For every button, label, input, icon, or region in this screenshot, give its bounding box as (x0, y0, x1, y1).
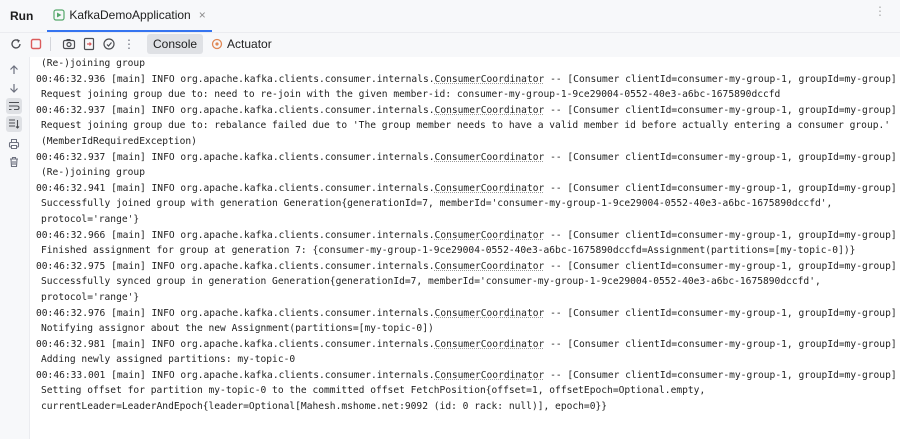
log-message: -- [Consumer clientId=consumer-my-group-… (544, 260, 897, 272)
log-continuation-line: (Re-)joining group (41, 167, 145, 179)
arrow-down-icon[interactable] (6, 80, 22, 96)
log-line: 00:46:32.937 [main] INFO org.apache.kafk… (36, 150, 897, 166)
print-icon[interactable] (6, 136, 22, 152)
logger-class-link[interactable]: ConsumerCoordinator (435, 183, 545, 194)
actuator-icon (211, 38, 223, 50)
tab-console[interactable]: Console (147, 34, 204, 54)
log-continuation-line: Successfully synced group in generation … (41, 276, 821, 288)
log-continuation-line: Adding newly assigned partitions: my-top… (41, 354, 296, 366)
logger-class-link[interactable]: ConsumerCoordinator (435, 230, 545, 241)
log-prefix: 00:46:32.936 [main] INFO org.apache.kafk… (36, 73, 435, 85)
log-continuation-line: currentLeader=LeaderAndEpoch{leader=Opti… (41, 401, 608, 413)
logger-class-link[interactable]: ConsumerCoordinator (435, 74, 545, 85)
stop-icon[interactable] (28, 36, 44, 52)
attach-debugger-icon[interactable] (101, 36, 117, 52)
console-gutter (0, 58, 28, 439)
more-options-icon[interactable]: ⋮ (874, 5, 886, 17)
logger-class-link[interactable]: ConsumerCoordinator (435, 370, 545, 381)
log-prefix: 00:46:32.966 [main] INFO org.apache.kafk… (36, 229, 435, 241)
log-continuation-line: Successfully joined group with generatio… (41, 198, 833, 210)
screenshot-icon[interactable] (61, 36, 77, 52)
log-message: -- [Consumer clientId=consumer-my-group-… (544, 338, 897, 350)
log-prefix: 00:46:32.941 [main] INFO org.apache.kafk… (36, 182, 435, 194)
log-continuation-line: Request joining group due to: rebalance … (41, 120, 891, 132)
run-tool-window: Run KafkaDemoApplication × ⋮ ⋮ Console A… (0, 0, 900, 439)
log-continuation-line: protocol='range'} (41, 291, 140, 303)
log-line: 00:46:32.966 [main] INFO org.apache.kafk… (36, 228, 897, 244)
log-prefix: 00:46:32.975 [main] INFO org.apache.kafk… (36, 260, 435, 272)
logger-class-link[interactable]: ConsumerCoordinator (435, 339, 545, 350)
log-line: 00:46:32.976 [main] INFO org.apache.kafk… (36, 306, 897, 322)
rerun-icon[interactable] (8, 36, 24, 52)
close-icon[interactable]: × (199, 8, 206, 22)
run-title: Run (10, 9, 34, 23)
log-message: -- [Consumer clientId=consumer-my-group-… (544, 369, 897, 381)
console-output[interactable]: (Re-)joining group 00:46:32.936 [main] IN… (29, 57, 900, 439)
tab-actuator-label: Actuator (227, 37, 272, 51)
log-message: -- [Consumer clientId=consumer-my-group-… (544, 307, 897, 319)
trash-icon[interactable] (6, 154, 22, 170)
log-message: -- [Consumer clientId=consumer-my-group-… (544, 151, 897, 163)
run-tab-bar: Run KafkaDemoApplication × ⋮ (0, 0, 900, 33)
export-icon[interactable] (81, 36, 97, 52)
log-message: -- [Consumer clientId=consumer-my-group-… (544, 182, 897, 194)
log-continuation-line: Notifying assignor about the new Assignm… (41, 323, 434, 335)
log-line: 00:46:32.937 [main] INFO org.apache.kafk… (36, 103, 897, 119)
logger-class-link[interactable]: ConsumerCoordinator (435, 105, 545, 116)
log-prefix: 00:46:32.937 [main] INFO org.apache.kafk… (36, 151, 435, 163)
log-prefix: 00:46:32.981 [main] INFO org.apache.kafk… (36, 338, 435, 350)
log-line: 00:46:33.001 [main] INFO org.apache.kafk… (36, 368, 897, 384)
soft-wrap-icon[interactable] (6, 98, 22, 114)
log-continuation-line: Setting offset for partition my-topic-0 … (41, 385, 706, 397)
logger-class-link[interactable]: ConsumerCoordinator (435, 308, 545, 319)
log-line: 00:46:32.936 [main] INFO org.apache.kafk… (36, 72, 897, 88)
tab-label: KafkaDemoApplication (69, 8, 191, 22)
log-message: -- [Consumer clientId=consumer-my-group-… (544, 73, 897, 85)
log-continuation-line: Request joining group due to: need to re… (41, 89, 781, 101)
log-continuation-line: (Re-)joining group (41, 58, 145, 69)
log-line: 00:46:32.941 [main] INFO org.apache.kafk… (36, 181, 897, 197)
tab-actuator[interactable]: Actuator (211, 37, 272, 51)
log-line: 00:46:32.981 [main] INFO org.apache.kafk… (36, 337, 897, 353)
spring-boot-run-icon (53, 9, 65, 21)
log-continuation-line: protocol='range'} (41, 213, 140, 225)
toolbar-divider (50, 37, 51, 51)
log-message: -- [Consumer clientId=consumer-my-group-… (544, 104, 897, 116)
more-options-icon[interactable]: ⋮ (121, 36, 137, 52)
logger-class-link[interactable]: ConsumerCoordinator (435, 261, 545, 272)
console-lines: (Re-)joining group 00:46:32.936 [main] IN… (36, 57, 897, 415)
arrow-up-icon[interactable] (6, 62, 22, 78)
logger-class-link[interactable]: ConsumerCoordinator (435, 152, 545, 163)
tab-kafka-demo-application[interactable]: KafkaDemoApplication × (47, 0, 212, 32)
scroll-to-end-icon[interactable] (6, 116, 22, 132)
log-line: 00:46:32.975 [main] INFO org.apache.kafk… (36, 259, 897, 275)
console-toolbar: ⋮ Console Actuator (0, 32, 900, 56)
log-message: -- [Consumer clientId=consumer-my-group-… (544, 229, 897, 241)
log-prefix: 00:46:32.937 [main] INFO org.apache.kafk… (36, 104, 435, 116)
log-continuation-line: (MemberIdRequiredException) (41, 135, 197, 147)
log-continuation-line: Finished assignment for group at generat… (41, 245, 856, 257)
log-prefix: 00:46:32.976 [main] INFO org.apache.kafk… (36, 307, 435, 319)
log-prefix: 00:46:33.001 [main] INFO org.apache.kafk… (36, 369, 435, 381)
